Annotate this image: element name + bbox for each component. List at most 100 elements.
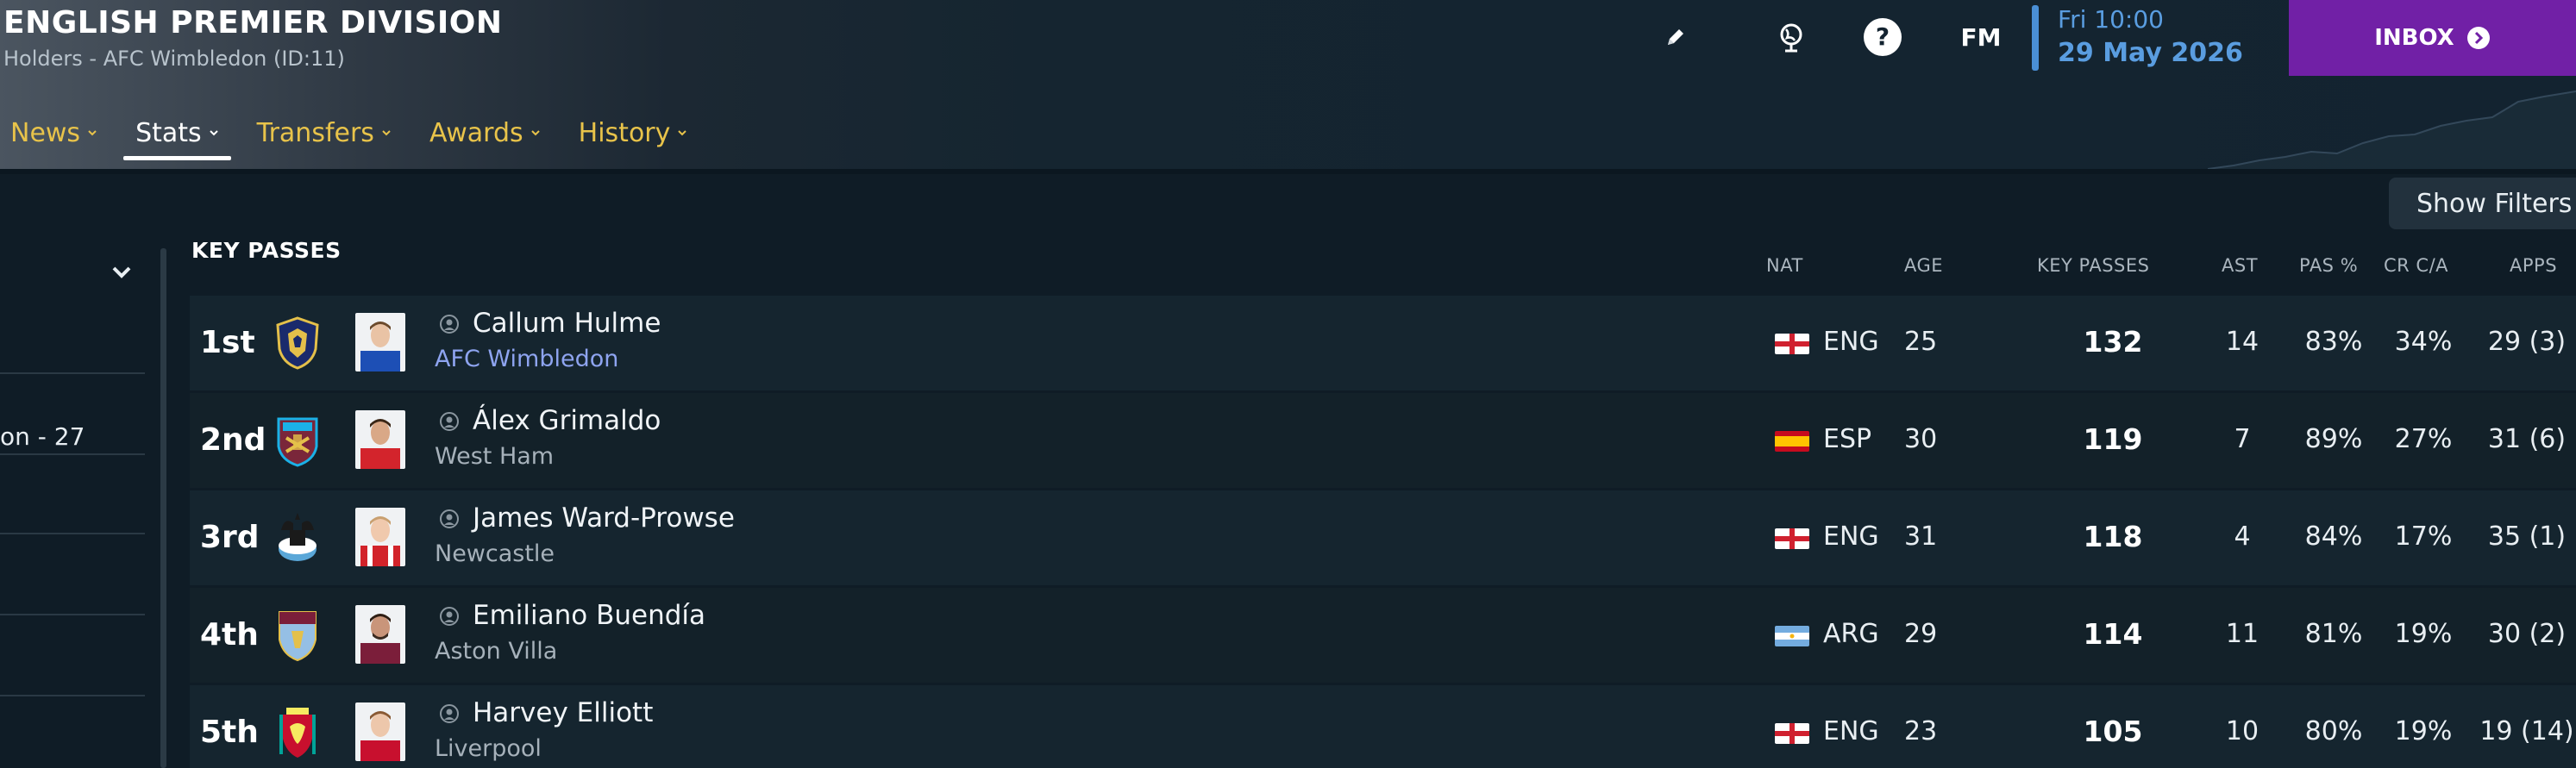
player-name[interactable]: James Ward-Prowse <box>473 503 735 534</box>
player-name[interactable]: Álex Grimaldo <box>473 405 661 436</box>
column-header-nat[interactable]: NAT <box>1766 255 1803 276</box>
rank: 3rd <box>200 520 260 555</box>
club-badge-icon[interactable] <box>274 706 321 759</box>
tab-label: News <box>10 117 81 148</box>
player-name[interactable]: Callum Hulme <box>473 308 661 339</box>
panel-divider <box>0 614 145 615</box>
help-glyph: ? <box>1876 22 1890 51</box>
table-row[interactable]: 3rd James Ward-Prowse Newcastle ENG 31 1… <box>190 490 2576 585</box>
player-name[interactable]: Emiliano Buendía <box>473 600 705 631</box>
age: 31 <box>1904 521 1938 552</box>
fm-logo-icon[interactable]: FM <box>1954 16 2008 59</box>
tab-label: History <box>578 117 671 148</box>
cross-completion: 34% <box>2394 327 2453 357</box>
key-passes: 119 <box>2083 422 2143 456</box>
left-side-panel <box>0 174 164 768</box>
club-badge-icon[interactable] <box>274 609 321 662</box>
nationality: ENG <box>1823 521 1879 552</box>
arrow-right-circle-icon <box>2466 27 2490 49</box>
panel-list-item[interactable]: on - 27 <box>0 422 85 451</box>
cross-completion: 19% <box>2394 716 2453 746</box>
edit-pencil-icon[interactable] <box>1654 16 1697 59</box>
person-icon <box>440 509 459 528</box>
chevron-down-icon <box>382 130 391 136</box>
nationality: ENG <box>1823 327 1879 357</box>
panel-divider <box>0 372 145 374</box>
age: 29 <box>1904 619 1938 649</box>
pass-percentage: 84% <box>2304 521 2363 552</box>
vertical-scrollbar[interactable] <box>160 248 166 768</box>
table-row[interactable]: 4th Emiliano Buendía Aston Villa ARG 29 … <box>190 588 2576 683</box>
person-icon <box>440 315 459 334</box>
player-club[interactable]: Liverpool <box>435 735 542 762</box>
player-club[interactable]: Newcastle <box>435 540 555 567</box>
pass-percentage: 80% <box>2304 716 2363 746</box>
assists: 11 <box>2225 619 2259 649</box>
column-header-key-passes[interactable]: KEY PASSES <box>2037 255 2150 276</box>
decorative-graph-icon <box>2208 91 2576 169</box>
player-photo <box>355 313 405 372</box>
club-badge-icon[interactable] <box>274 316 321 370</box>
header-divider <box>0 169 2576 174</box>
player-club-link[interactable]: AFC Wimbledon <box>435 346 618 372</box>
appearances: 19 (14) <box>2479 716 2574 746</box>
column-header-age[interactable]: AGE <box>1904 255 1943 276</box>
tab-history[interactable]: History <box>567 109 700 157</box>
age: 23 <box>1904 716 1938 746</box>
header-bar: ENGLISH PREMIER DIVISION Holders - AFC W… <box>0 0 2576 169</box>
date-accent-bar <box>2032 5 2039 71</box>
flag-argentina-icon <box>1775 626 1809 646</box>
person-icon <box>440 412 459 431</box>
cross-completion: 19% <box>2394 619 2453 649</box>
key-passes: 114 <box>2083 617 2143 651</box>
panel-divider <box>0 533 145 534</box>
player-club[interactable]: West Ham <box>435 443 554 470</box>
current-date[interactable]: 29 May 2026 <box>2058 38 2243 68</box>
club-badge-icon[interactable] <box>274 511 321 565</box>
player-photo <box>355 702 405 761</box>
table-row[interactable]: 1st Callum Hulme AFC Wimbledon ENG 25 13… <box>190 296 2576 390</box>
table-row[interactable]: 2nd Álex Grimaldo West Ham ESP 30 119 7 … <box>190 393 2576 488</box>
chevron-down-icon[interactable] <box>110 260 133 283</box>
key-passes: 118 <box>2083 520 2143 553</box>
appearances: 30 (2) <box>2487 619 2567 649</box>
key-passes: 105 <box>2083 715 2143 748</box>
player-photo <box>355 605 405 664</box>
column-header-cr[interactable]: CR C/A <box>2384 255 2448 276</box>
age: 30 <box>1904 424 1938 454</box>
inbox-button[interactable]: INBOX <box>2289 0 2576 76</box>
tab-stats[interactable]: Stats <box>123 109 231 160</box>
assists: 4 <box>2234 521 2251 552</box>
column-header-pas[interactable]: PAS % <box>2299 255 2358 276</box>
column-header-apps[interactable]: APPS <box>2510 255 2557 276</box>
appearances: 29 (3) <box>2487 327 2567 357</box>
assists: 10 <box>2225 716 2259 746</box>
panel-divider <box>0 453 145 455</box>
chevron-down-icon <box>209 130 218 136</box>
nationality: ARG <box>1823 619 1879 649</box>
column-header-ast[interactable]: AST <box>2222 255 2258 276</box>
person-icon <box>440 607 459 626</box>
club-badge-icon[interactable] <box>274 414 321 467</box>
current-day-time[interactable]: Fri 10:00 <box>2058 5 2164 34</box>
section-title: KEY PASSES <box>191 238 342 263</box>
rank: 1st <box>200 325 255 360</box>
tab-label: Transfers <box>256 117 374 148</box>
tab-awards[interactable]: Awards <box>417 109 553 157</box>
pass-percentage: 81% <box>2304 619 2363 649</box>
player-photo <box>355 410 405 469</box>
rank: 4th <box>200 617 259 652</box>
tab-transfers[interactable]: Transfers <box>245 109 404 157</box>
pass-percentage: 89% <box>2304 424 2363 454</box>
tab-news[interactable]: News <box>0 109 110 157</box>
show-filters-button[interactable]: Show Filters <box>2389 178 2576 229</box>
table-row[interactable]: 5th Harvey Elliott Liverpool ENG 23 105 … <box>190 685 2576 768</box>
player-club[interactable]: Aston Villa <box>435 638 557 665</box>
player-name[interactable]: Harvey Elliott <box>473 697 653 728</box>
chevron-down-icon <box>88 130 97 136</box>
nationality: ENG <box>1823 716 1879 746</box>
nav-tabs: News Stats Transfers Awards History <box>0 109 713 160</box>
page-subtitle: Holders - AFC Wimbledon (ID:11) <box>3 47 345 71</box>
help-icon[interactable]: ? <box>1861 16 1904 59</box>
globe-icon[interactable] <box>1770 16 1813 59</box>
